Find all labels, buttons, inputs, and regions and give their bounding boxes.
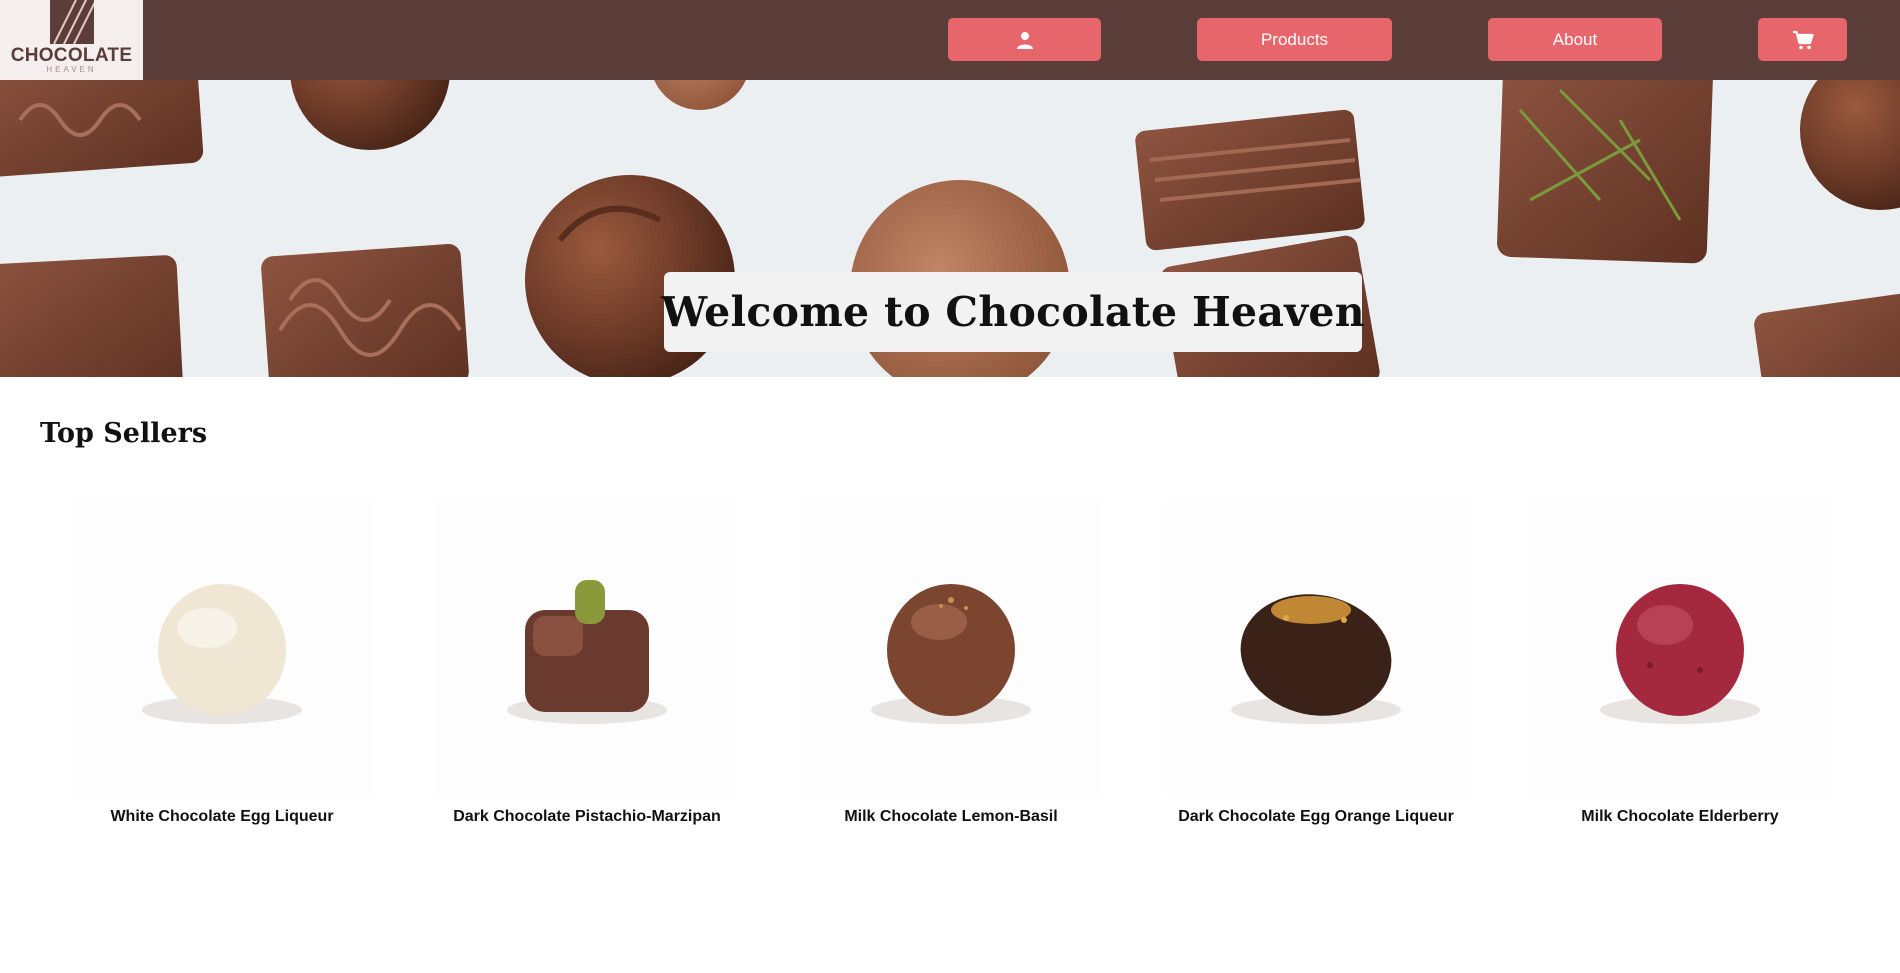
hero-title: Welcome to Chocolate Heaven <box>661 288 1365 336</box>
about-nav-button[interactable]: About <box>1488 18 1662 61</box>
top-sellers-heading: Top Sellers <box>40 418 208 449</box>
product-name[interactable]: White Chocolate Egg Liqueur <box>32 808 412 826</box>
account-button[interactable] <box>948 18 1101 61</box>
shopping-cart-icon <box>1792 30 1814 50</box>
top-nav-bar: CHOCOLATE HEAVEN Products About <box>0 0 1900 80</box>
person-icon <box>1016 31 1034 49</box>
product-name[interactable]: Milk Chocolate Lemon-Basil <box>761 808 1141 826</box>
product-name[interactable]: Dark Chocolate Egg Orange Liqueur <box>1126 808 1506 826</box>
product-name[interactable]: Dark Chocolate Pistachio-Marzipan <box>397 808 777 826</box>
logo-subtitle: HEAVEN <box>46 65 97 74</box>
product-image[interactable] <box>1166 500 1466 796</box>
product-image[interactable] <box>1530 500 1830 796</box>
logo-mark-icon <box>50 0 94 44</box>
product-image[interactable] <box>72 500 372 796</box>
product-name[interactable]: Milk Chocolate Elderberry <box>1490 808 1870 826</box>
cart-button[interactable] <box>1758 18 1847 61</box>
logo-wordmark: CHOCOLATE <box>10 45 133 66</box>
hero-title-box: Welcome to Chocolate Heaven <box>661 272 1365 352</box>
product-image[interactable] <box>801 500 1101 796</box>
chocolate-heaven-logo[interactable]: CHOCOLATE HEAVEN <box>0 0 143 80</box>
hero-banner: Welcome to Chocolate Heaven <box>0 80 1900 377</box>
products-nav-button[interactable]: Products <box>1197 18 1392 61</box>
product-image[interactable] <box>437 500 737 796</box>
